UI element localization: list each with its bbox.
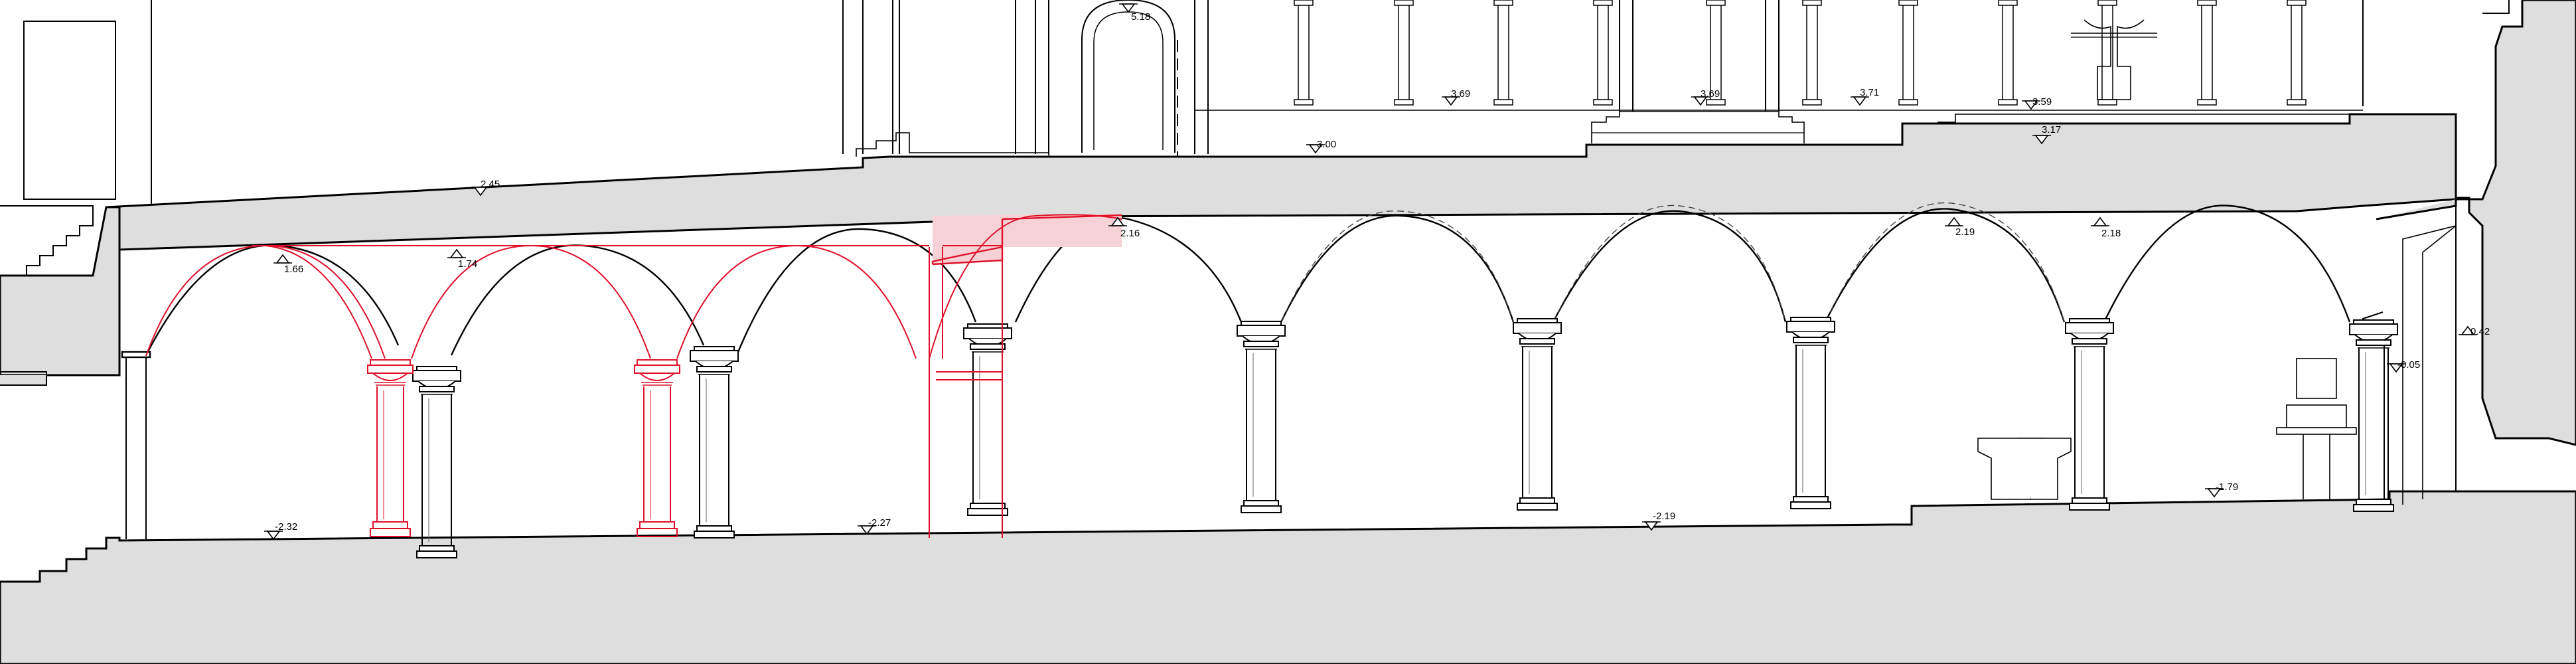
section-cut — [0, 0, 2576, 664]
svg-text:-2.27: -2.27 — [868, 517, 891, 529]
svg-text:3.71: 3.71 — [1860, 87, 1879, 98]
level-marker: 0.42 — [2458, 326, 2490, 337]
svg-text:-1.79: -1.79 — [2216, 481, 2238, 493]
svg-text:0.42: 0.42 — [2470, 326, 2490, 337]
svg-text:2.16: 2.16 — [1120, 228, 1140, 239]
level-marker: 3.00 — [1306, 139, 1336, 153]
svg-text:1.74: 1.74 — [458, 258, 477, 270]
level-marker: 3.59 — [2021, 96, 2052, 110]
svg-text:1.66: 1.66 — [284, 264, 303, 275]
svg-text:3.69: 3.69 — [1701, 88, 1720, 100]
level-marker: 1.66 — [273, 254, 303, 275]
svg-text:-0.05: -0.05 — [2397, 359, 2420, 371]
red-columns — [367, 359, 680, 537]
level-marker: -2.27 — [857, 517, 891, 535]
section-svg: 5.18 3.69 3.69 3.71 3.59 3.17 3.00 2.45 … — [0, 0, 2576, 664]
svg-text:-2.32: -2.32 — [275, 521, 297, 533]
svg-text:2.45: 2.45 — [481, 179, 500, 190]
level-marker: 2.19 — [1944, 217, 1975, 238]
level-marker: 3.71 — [1850, 87, 1879, 106]
level-marker: 3.69 — [1441, 88, 1470, 106]
svg-text:2.18: 2.18 — [2101, 228, 2121, 239]
section-drawing: 5.18 3.69 3.69 3.71 3.59 3.17 3.00 2.45 … — [0, 0, 2576, 664]
level-marker: -2.32 — [264, 521, 297, 540]
svg-text:2.19: 2.19 — [1955, 226, 1975, 238]
svg-text:5.18: 5.18 — [1131, 11, 1150, 23]
svg-text:3.00: 3.00 — [1317, 139, 1336, 150]
level-marker: -0.05 — [2386, 359, 2420, 373]
level-marker: 1.74 — [447, 249, 477, 270]
level-marker: -1.79 — [2204, 481, 2238, 497]
level-marker: 2.18 — [2090, 217, 2121, 239]
svg-text:-2.19: -2.19 — [1653, 511, 1675, 522]
svg-text:3.69: 3.69 — [1451, 88, 1470, 100]
reconstruction-overlay — [145, 214, 1122, 538]
svg-text:3.17: 3.17 — [2042, 124, 2061, 135]
svg-text:3.59: 3.59 — [2032, 96, 2052, 108]
level-marker: 5.18 — [1118, 3, 1150, 23]
